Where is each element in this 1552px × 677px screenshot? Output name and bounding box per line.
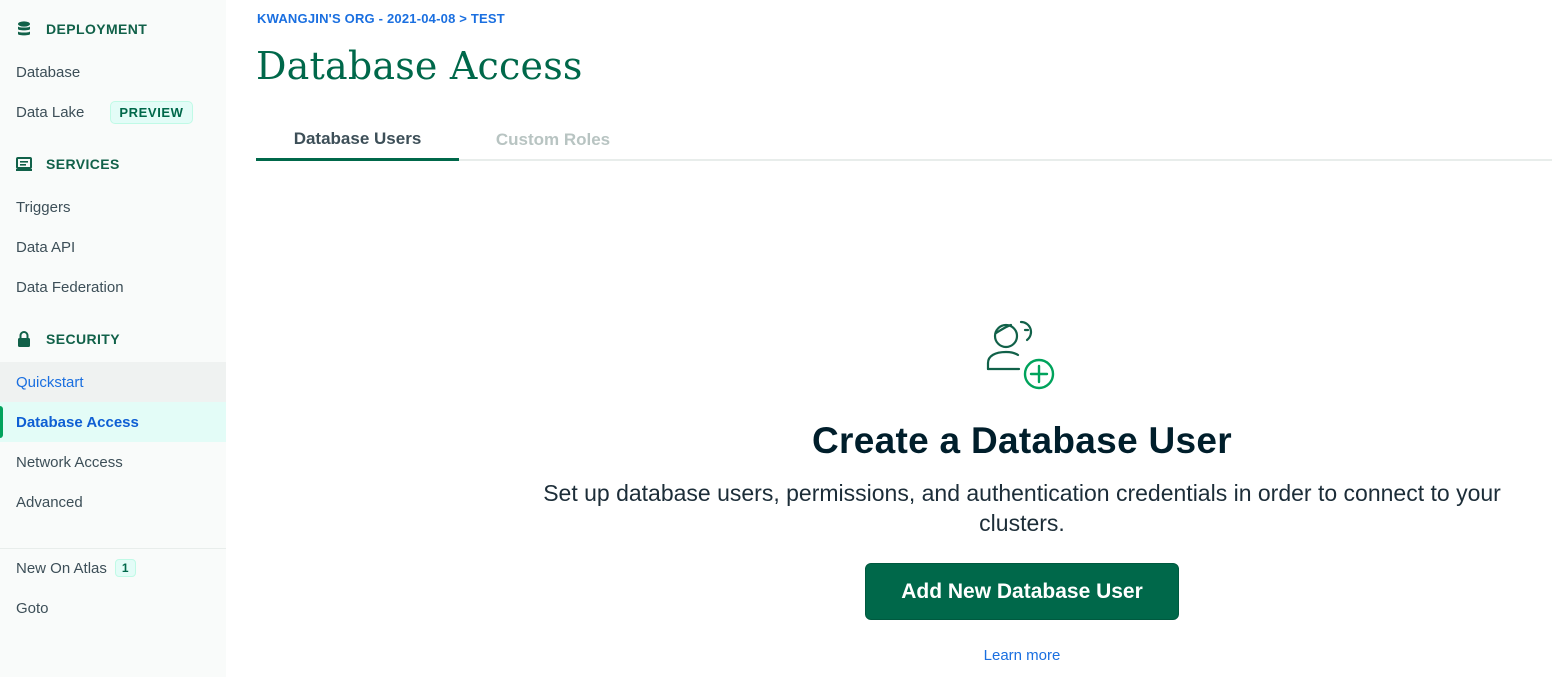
section-header-label: SERVICES <box>46 156 120 172</box>
sidebar-item-advanced[interactable]: Advanced <box>0 482 226 522</box>
sidebar-item-data-api[interactable]: Data API <box>0 227 226 267</box>
sidebar-item-data-federation[interactable]: Data Federation <box>0 267 226 307</box>
breadcrumb[interactable]: KWANGJIN'S ORG - 2021-04-08 > TEST <box>257 11 505 26</box>
sidebar-item-data-lake[interactable]: Data Lake PREVIEW <box>0 92 226 132</box>
tab-custom-roles[interactable]: Custom Roles <box>459 120 647 159</box>
sidebar-item-network-access[interactable]: Network Access <box>0 442 226 482</box>
section-header-label: DEPLOYMENT <box>46 21 148 37</box>
sidebar-item-label: Goto <box>16 599 49 617</box>
sidebar-item-label: Triggers <box>16 198 71 216</box>
sidebar-item-label: Data Lake <box>16 103 85 121</box>
sidebar-item-goto[interactable]: Goto <box>0 588 226 628</box>
empty-state-title: Create a Database User <box>812 420 1232 461</box>
sidebar-item-database[interactable]: Database <box>0 52 226 92</box>
sidebar-item-label: Database <box>16 63 81 81</box>
database-icon <box>16 21 32 37</box>
page-title: Database Access <box>256 44 583 88</box>
tab-bar: Database Users Custom Roles <box>256 120 1552 161</box>
section-header-label: SECURITY <box>46 331 120 347</box>
sidebar-item-label: Quickstart <box>16 373 84 391</box>
lock-icon <box>16 331 32 347</box>
add-new-database-user-button[interactable]: Add New Database User <box>865 563 1179 620</box>
count-badge: 1 <box>114 559 136 577</box>
learn-more-link[interactable]: Learn more <box>540 647 1504 664</box>
tab-database-users[interactable]: Database Users <box>256 120 459 161</box>
sidebar-item-label: Database Access <box>16 413 139 431</box>
sidebar-item-label: Data Federation <box>16 278 124 296</box>
sidebar-item-triggers[interactable]: Triggers <box>0 187 226 227</box>
sidebar-item-label: Advanced <box>16 493 83 511</box>
section-header-security: SECURITY <box>16 331 120 347</box>
sidebar-item-label: Data API <box>16 238 76 256</box>
add-user-icon <box>981 316 1061 396</box>
sidebar: DEPLOYMENT Database Data Lake PREVIEW SE… <box>0 0 226 677</box>
sidebar-item-new-on-atlas[interactable]: New On Atlas 1 <box>0 548 226 588</box>
sidebar-item-label: New On Atlas <box>16 559 107 577</box>
sidebar-item-label: Network Access <box>16 453 123 471</box>
preview-badge: PREVIEW <box>110 100 193 124</box>
sidebar-item-database-access[interactable]: Database Access <box>0 402 226 442</box>
empty-state-description: Set up database users, permissions, and … <box>543 480 1501 536</box>
services-icon <box>16 156 32 172</box>
sidebar-item-quickstart[interactable]: Quickstart <box>0 362 226 402</box>
section-header-services: SERVICES <box>16 156 120 172</box>
section-header-deployment: DEPLOYMENT <box>16 21 147 37</box>
